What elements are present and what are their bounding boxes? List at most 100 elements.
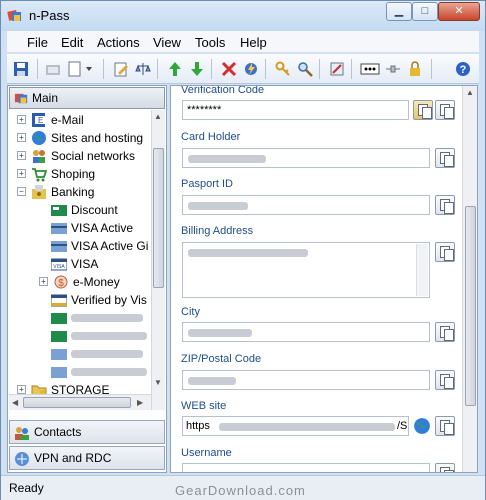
main-label: Main bbox=[32, 91, 59, 105]
verification-code-field[interactable]: ******** bbox=[182, 100, 409, 120]
cart-icon bbox=[32, 168, 47, 182]
username-field[interactable] bbox=[182, 463, 430, 472]
minimize-button[interactable]: ▁ bbox=[386, 2, 412, 21]
tree-horizontal-scrollbar[interactable]: ◀ ▶ bbox=[9, 394, 151, 410]
tree-item-hidden-2[interactable] bbox=[49, 327, 149, 345]
tree-item-hidden-3[interactable] bbox=[49, 345, 149, 363]
billing-address-field[interactable] bbox=[182, 242, 430, 298]
svg-text:E: E bbox=[38, 116, 43, 125]
web-site-field[interactable]: https /S bbox=[182, 416, 409, 436]
menu-bar: File Edit Actions View Tools Help bbox=[7, 31, 479, 53]
copy-button[interactable] bbox=[435, 463, 455, 472]
card-icon bbox=[51, 367, 67, 378]
verification-code-label: Verification Code bbox=[181, 85, 265, 96]
maximize-button[interactable]: □ bbox=[412, 2, 438, 21]
tree-item-hidden-1[interactable] bbox=[49, 309, 149, 327]
tree-item-sites[interactable]: + Sites and hosting bbox=[15, 129, 149, 147]
svg-text:?: ? bbox=[460, 64, 467, 76]
watermark: GearDownload.com bbox=[175, 483, 306, 498]
tree-item-discount[interactable]: Discount bbox=[49, 201, 149, 219]
card-icon bbox=[51, 223, 67, 234]
search-icon[interactable] bbox=[295, 59, 315, 79]
balance-icon[interactable] bbox=[133, 59, 153, 79]
tree-item-visa-active-gi[interactable]: VISA Active Gi bbox=[49, 237, 149, 255]
main-icon bbox=[14, 93, 28, 104]
copy-button[interactable] bbox=[435, 195, 455, 215]
move-up-icon[interactable] bbox=[165, 59, 185, 79]
vpn-icon bbox=[15, 452, 29, 466]
contacts-icon bbox=[15, 427, 29, 440]
generator-icon[interactable] bbox=[327, 59, 347, 79]
open-website-globe-icon[interactable] bbox=[413, 417, 431, 435]
svg-text:$: $ bbox=[58, 278, 64, 289]
toolbar: ? bbox=[7, 54, 479, 84]
copy-button[interactable] bbox=[435, 370, 455, 390]
move-down-icon[interactable] bbox=[187, 59, 207, 79]
app-window: n-Pass ▁ □ ✕ File Edit Actions View Tool… bbox=[0, 0, 486, 500]
app-logo-icon bbox=[7, 10, 21, 21]
copy-button[interactable] bbox=[435, 416, 455, 436]
title-bar: n-Pass ▁ □ ✕ bbox=[1, 1, 485, 31]
menu-file[interactable]: File bbox=[27, 35, 48, 50]
copy-button[interactable] bbox=[435, 148, 455, 168]
details-form: Verification Code ******** Card Holder P… bbox=[170, 85, 478, 473]
contacts-label: Contacts bbox=[34, 425, 82, 439]
edit-icon[interactable] bbox=[111, 59, 131, 79]
tree-item-shoping[interactable]: + Shoping bbox=[15, 165, 149, 183]
card-icon bbox=[51, 331, 67, 342]
city-field[interactable] bbox=[182, 322, 430, 342]
copy-button[interactable] bbox=[435, 242, 455, 262]
menu-help[interactable]: Help bbox=[240, 35, 267, 50]
tree-item-hidden-4[interactable] bbox=[49, 363, 149, 381]
help-icon[interactable]: ? bbox=[453, 59, 473, 79]
card-icon bbox=[51, 205, 67, 216]
tree-item-social[interactable]: + Social networks bbox=[15, 147, 149, 165]
open-folder-icon[interactable] bbox=[43, 59, 63, 79]
web-site-label: WEB site bbox=[181, 400, 227, 412]
close-button[interactable]: ✕ bbox=[438, 2, 480, 21]
contacts-button[interactable]: Contacts bbox=[9, 420, 165, 444]
tree-item-banking[interactable]: − Banking bbox=[15, 183, 149, 201]
tree-item-visa-active[interactable]: VISA Active bbox=[49, 219, 149, 237]
menu-actions[interactable]: Actions bbox=[97, 35, 140, 50]
main-button[interactable]: Main bbox=[9, 87, 165, 109]
tree-item-email[interactable]: + E e-Mail bbox=[15, 111, 149, 129]
card-holder-field[interactable] bbox=[182, 148, 430, 168]
menu-tools[interactable]: Tools bbox=[195, 35, 225, 50]
tree-vertical-scrollbar[interactable]: ▲ ▼ bbox=[151, 110, 165, 410]
lightning-icon[interactable] bbox=[241, 59, 261, 79]
copy-button[interactable] bbox=[435, 100, 455, 120]
vpn-label: VPN and RDC bbox=[34, 451, 112, 465]
visa-card-icon: VISA bbox=[51, 258, 67, 271]
status-text: Ready bbox=[9, 481, 44, 495]
new-document-icon[interactable] bbox=[65, 59, 95, 79]
svg-text:VISA: VISA bbox=[53, 264, 65, 270]
menu-edit[interactable]: Edit bbox=[61, 35, 83, 50]
copy-button[interactable] bbox=[435, 322, 455, 342]
card-icon bbox=[51, 349, 67, 360]
save-icon[interactable] bbox=[11, 59, 31, 79]
globe-icon bbox=[32, 131, 46, 145]
email-icon: E bbox=[32, 113, 45, 127]
delete-icon[interactable] bbox=[219, 59, 239, 79]
username-label: Username bbox=[181, 447, 232, 459]
vpn-button[interactable]: VPN and RDC bbox=[9, 446, 165, 470]
passport-id-label: Pasport ID bbox=[181, 178, 233, 190]
menu-view[interactable]: View bbox=[153, 35, 181, 50]
navigation-panel: Main + E e-Mail + Sites and hosting + So… bbox=[7, 85, 167, 473]
key-icon[interactable] bbox=[273, 59, 293, 79]
tree-item-visa[interactable]: VISA VISA bbox=[49, 255, 149, 273]
zip-field[interactable] bbox=[182, 370, 430, 390]
form-vertical-scrollbar[interactable]: ▲ bbox=[462, 86, 477, 472]
passport-id-field[interactable] bbox=[182, 195, 430, 215]
zip-label: ZIP/Postal Code bbox=[181, 353, 262, 365]
lock-icon[interactable] bbox=[405, 59, 425, 79]
money-icon: $ bbox=[54, 275, 68, 289]
city-label: City bbox=[181, 306, 200, 318]
tree-item-verified-by-visa[interactable]: Verified by Vis bbox=[49, 291, 149, 309]
tree-item-e-money[interactable]: + $ e-Money bbox=[37, 273, 149, 291]
plug-icon[interactable] bbox=[383, 59, 403, 79]
password-field-icon[interactable] bbox=[359, 59, 381, 79]
visa-card-icon bbox=[51, 294, 67, 307]
show-password-button[interactable] bbox=[413, 100, 433, 120]
